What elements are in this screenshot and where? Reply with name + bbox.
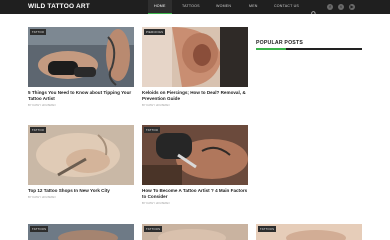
post-author: BY KATHY HOUSMAN	[142, 202, 170, 205]
ear-piercing-image	[142, 27, 248, 87]
search-icon[interactable]	[311, 4, 317, 17]
post-card[interactable]: TATTOO How To Become A Tattoo Artist ? 4…	[142, 125, 248, 205]
category-badge[interactable]: TATTOO	[144, 127, 161, 133]
category-badge[interactable]: PIERCINGS	[144, 29, 166, 35]
post-thumbnail[interactable]: PIERCINGS	[142, 27, 248, 87]
post-thumbnail[interactable]: TATTOO	[28, 125, 134, 185]
category-badge[interactable]: TATTOO	[30, 127, 47, 133]
post-author: BY KATHY HOUSMAN	[28, 104, 56, 107]
post-title[interactable]: How To Become A Tattoo Artist ? 4 Main F…	[142, 188, 248, 200]
tattoo-arm-image	[28, 27, 134, 87]
post-author: BY KATHY HOUSMAN	[28, 196, 56, 199]
post-card[interactable]: TATTOO Top 12 Tattoo Shops In New York C…	[28, 125, 134, 199]
youtube-icon[interactable]: ▶	[349, 4, 355, 10]
post-title[interactable]: Keloids on Piercings; How to Deal? Remov…	[142, 90, 248, 102]
nav-women[interactable]: WOMEN	[216, 4, 231, 8]
sidebar-heading: POPULAR POSTS	[256, 40, 303, 46]
nav-tattoos[interactable]: TATTOOS	[182, 4, 200, 8]
category-badge[interactable]: TATTOOS	[30, 226, 49, 232]
category-badge[interactable]: TATTOOS	[258, 226, 277, 232]
post-thumbnail[interactable]: TATTOO	[142, 125, 248, 185]
tattoo-artist-image	[142, 125, 248, 185]
category-badge[interactable]: TATTOOS	[144, 226, 163, 232]
twitter-icon[interactable]: t	[338, 4, 344, 10]
tattoo-shop-image	[28, 125, 134, 185]
nav-contact-us[interactable]: CONTACT US	[274, 4, 299, 8]
top-navigation-bar: WILD TATTOO ART HOME TATTOOS WOMEN MEN C…	[0, 0, 390, 17]
site-logo[interactable]: WILD TATTOO ART	[28, 3, 90, 10]
post-card[interactable]: TATTOOS	[28, 224, 134, 240]
post-card[interactable]: TATTOO 5 Things You Need to Know about T…	[28, 27, 134, 107]
nav-home[interactable]: HOME	[148, 0, 172, 14]
post-card[interactable]: PIERCINGS Keloids on Piercings; How to D…	[142, 27, 248, 107]
nav-men[interactable]: MEN	[249, 4, 258, 8]
post-author: BY KATHY HOUSMAN	[142, 104, 170, 107]
post-title[interactable]: 5 Things You Need to Know about Tipping …	[28, 90, 134, 102]
post-card[interactable]: TATTOOS	[142, 224, 248, 240]
post-thumbnail[interactable]: TATTOO	[28, 27, 134, 87]
post-title[interactable]: Top 12 Tattoo Shops In New York City	[28, 188, 134, 194]
post-card[interactable]: TATTOOS	[256, 224, 362, 240]
sidebar-divider-accent	[256, 48, 286, 50]
category-badge[interactable]: TATTOO	[30, 29, 47, 35]
facebook-icon[interactable]: f	[327, 4, 333, 10]
